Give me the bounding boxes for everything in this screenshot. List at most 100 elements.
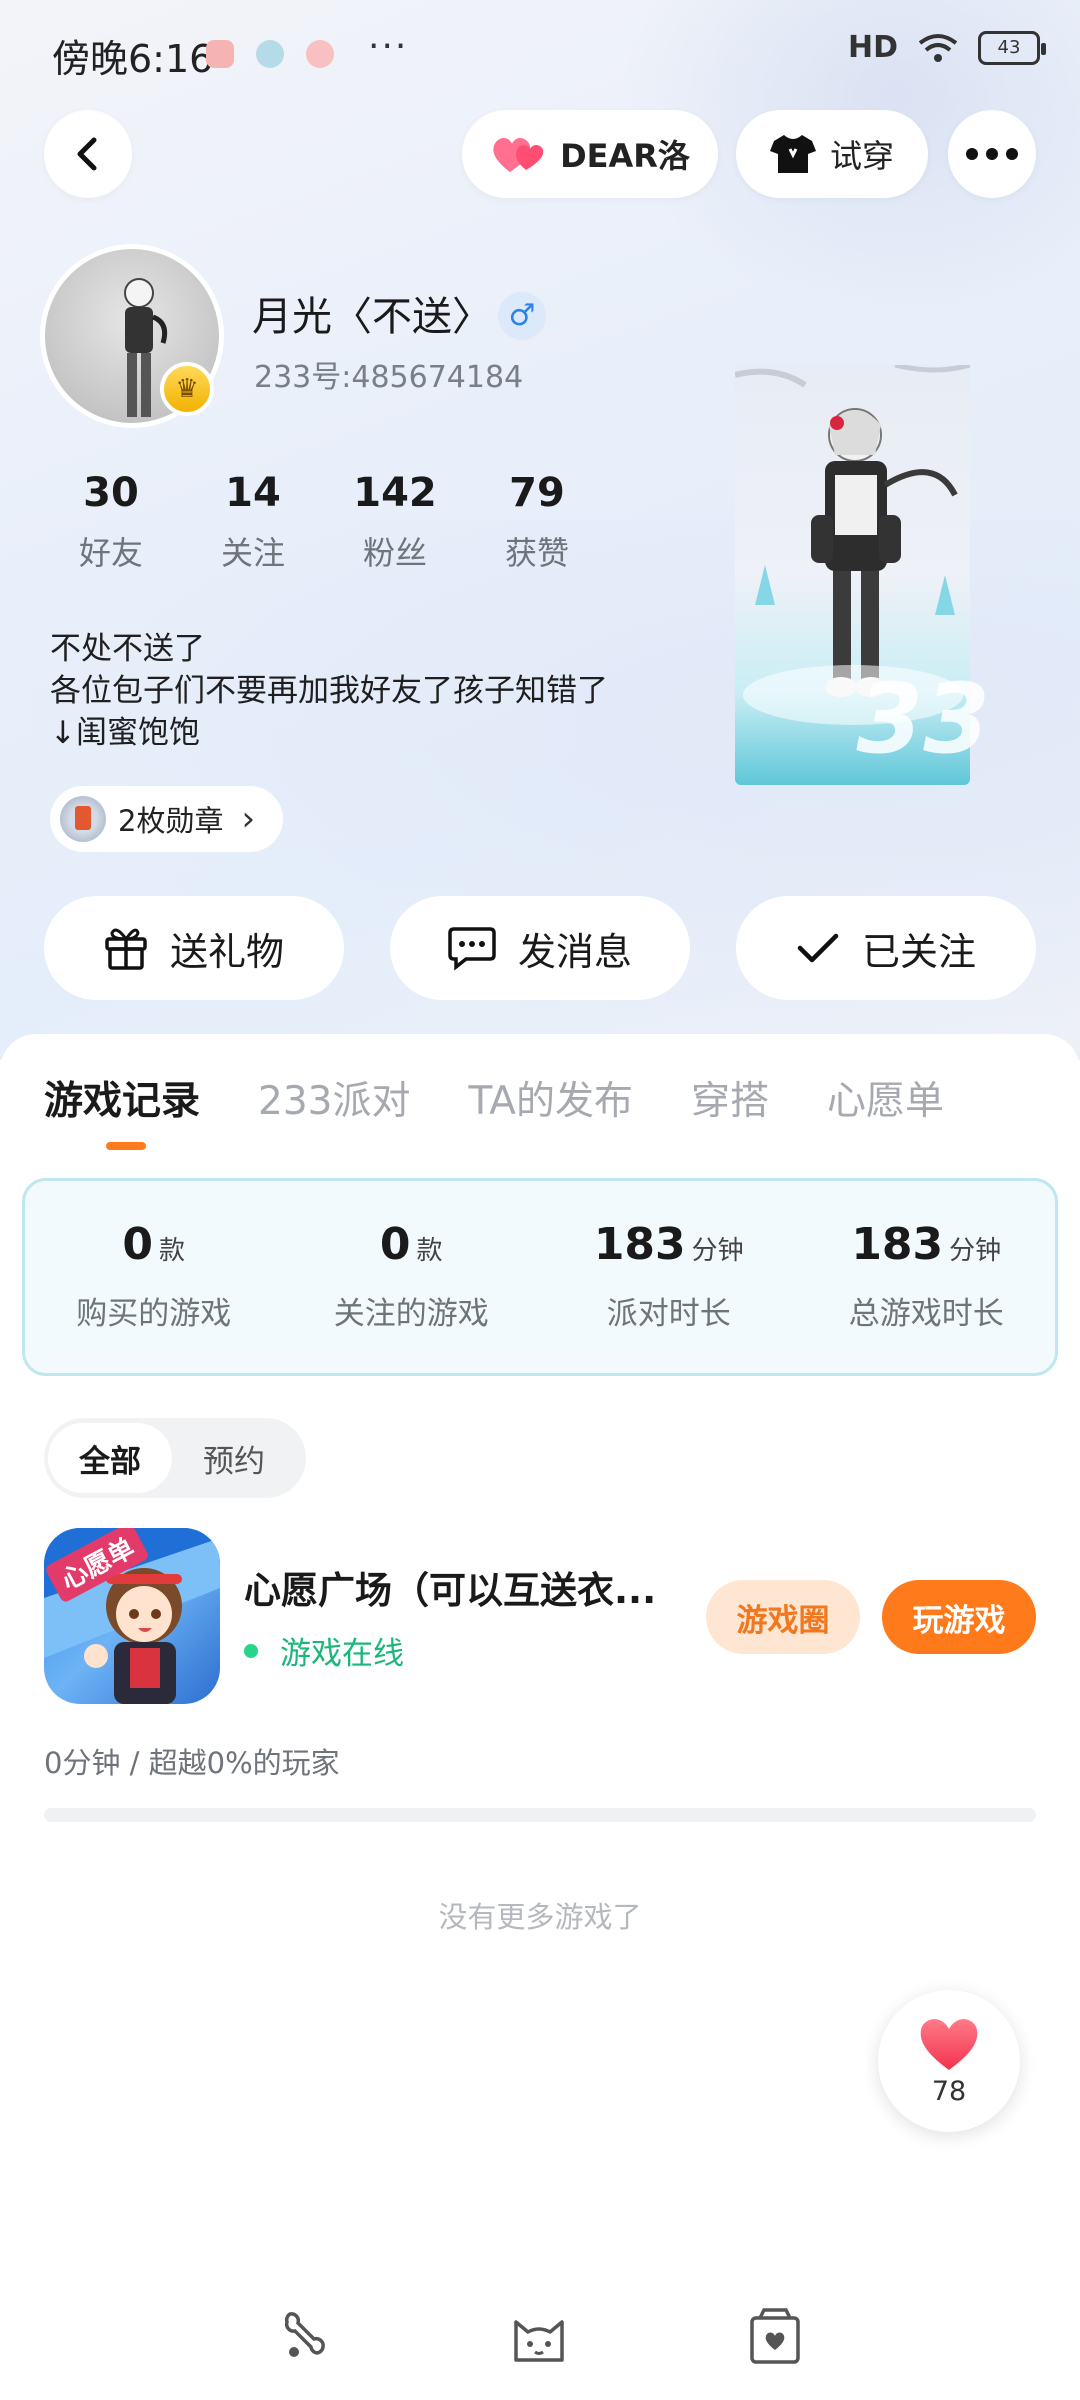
double-heart-icon <box>493 137 544 172</box>
stat-likes[interactable]: 79 获赞 <box>466 470 608 574</box>
level-watermark: 33 <box>856 663 990 775</box>
notification-icon <box>306 40 334 68</box>
stat-purchased-games[interactable]: 0款 购买的游戏 <box>25 1181 283 1373</box>
game-filter: 全部 预约 <box>44 1418 306 1498</box>
no-more-games-text: 没有更多游戏了 <box>438 1900 642 1934</box>
chat-bubble-icon <box>448 927 496 971</box>
game-online-status: 游戏在线 <box>244 1628 404 1673</box>
followed-button[interactable]: 已关注 <box>736 896 1036 1000</box>
stat-friends[interactable]: 30 好友 <box>40 470 182 574</box>
game-stat-unit: 款 <box>159 1236 186 1266</box>
stat-label: 粉丝 <box>362 534 427 572</box>
stat-fans[interactable]: 142 粉丝 <box>324 470 466 574</box>
game-stat-value: 0 <box>379 1219 411 1270</box>
user-id: 233号:485674184 <box>254 360 524 395</box>
play-game-button[interactable]: 玩游戏 <box>882 1580 1036 1654</box>
chevron-left-icon <box>77 137 97 171</box>
stat-total-game-time[interactable]: 183 分钟 总游戏时长 <box>798 1181 1056 1373</box>
send-message-label: 发消息 <box>517 929 632 974</box>
back-button[interactable] <box>44 110 132 198</box>
stat-label: 获赞 <box>504 534 569 572</box>
tab-game-records[interactable]: 游戏记录 <box>44 1070 200 1126</box>
like-count: 78 <box>931 2075 967 2107</box>
more-dots-icon <box>966 148 1018 160</box>
game-stat-label: 购买的游戏 <box>76 1296 232 1332</box>
stat-followed-games[interactable]: 0款 关注的游戏 <box>283 1181 541 1373</box>
bottom-nav <box>0 2280 1080 2400</box>
chevron-right-icon: › <box>241 799 256 839</box>
tab-wishlist[interactable]: 心愿单 <box>827 1070 944 1126</box>
bag-heart-icon[interactable] <box>744 2306 806 2368</box>
game-stat-value: 183 <box>851 1219 944 1270</box>
medals-label: 2枚勋章 <box>118 804 224 838</box>
cat-face-icon[interactable] <box>508 2306 570 2368</box>
notification-icon <box>256 40 284 68</box>
check-icon <box>797 933 839 963</box>
stat-label: 关注 <box>220 534 285 572</box>
stat-value: 142 <box>353 470 437 516</box>
dear-label: DEAR洛 <box>560 137 690 175</box>
filter-reserved[interactable]: 预约 <box>172 1423 296 1493</box>
game-stat-unit: 分钟 <box>949 1236 1002 1266</box>
medal-icon <box>60 796 106 842</box>
active-tab-indicator <box>106 1142 146 1150</box>
game-stat-value: 183 <box>593 1219 686 1270</box>
game-stat-label: 派对时长 <box>606 1296 731 1332</box>
profile-tabs: 游戏记录 233派对 TA的发布 穿搭 心愿单 <box>44 1070 944 1126</box>
tab-posts[interactable]: TA的发布 <box>468 1070 632 1126</box>
status-time: 傍晚6:16 <box>52 37 214 81</box>
stat-following[interactable]: 14 关注 <box>182 470 324 574</box>
game-icon[interactable]: 心愿单 <box>44 1528 220 1704</box>
try-on-label: 试穿 <box>829 137 894 175</box>
game-title[interactable]: 心愿广场（可以互送衣... <box>244 1560 684 1614</box>
game-stats-card: 0款 购买的游戏 0款 关注的游戏 183 分钟 派对时长 183 分钟 总游戏时长 <box>22 1178 1058 1376</box>
character-showcase[interactable]: 33 <box>735 365 990 785</box>
status-indicators: HD 43 <box>847 30 1046 65</box>
tshirt-icon <box>769 135 816 173</box>
crown-icon: ♛ <box>160 362 214 416</box>
avatar-character-image <box>124 278 168 417</box>
stat-value: 79 <box>509 470 565 516</box>
wifi-icon <box>918 33 958 62</box>
stat-party-time[interactable]: 183 分钟 派对时长 <box>540 1181 798 1373</box>
stat-value: 14 <box>225 470 281 516</box>
medals-button[interactable]: 2枚勋章 › <box>50 786 284 852</box>
notification-icon <box>206 40 234 68</box>
heart-icon <box>920 2018 978 2070</box>
profile-stats: 30 好友 14 关注 142 粉丝 79 获赞 <box>40 470 608 574</box>
male-gender-icon: ♂ <box>498 292 546 340</box>
signal-icon: HD <box>847 30 898 65</box>
online-dot-icon <box>244 1643 258 1658</box>
game-stat-label: 关注的游戏 <box>333 1296 489 1332</box>
bio-line: 各位包子们不要再加我好友了孩子知错了 <box>50 673 608 709</box>
stat-label: 好友 <box>78 534 143 572</box>
playtime-summary: 0分钟 / 超越0%的玩家 <box>44 1746 340 1780</box>
game-stat-unit: 款 <box>416 1236 443 1266</box>
game-stat-unit: 分钟 <box>691 1236 744 1266</box>
like-button[interactable]: 78 <box>878 1990 1020 2132</box>
game-status-label: 游戏在线 <box>280 1636 404 1672</box>
content-panel: 游戏记录 233派对 TA的发布 穿搭 心愿单 0款 购买的游戏 0款 关注的游… <box>0 1034 1080 2400</box>
status-bar: 傍晚6:16 ··· HD 43 <box>0 0 1080 105</box>
send-gift-button[interactable]: 送礼物 <box>44 896 344 1000</box>
try-on-button[interactable]: 试穿 <box>736 110 928 198</box>
game-stat-label: 总游戏时长 <box>848 1296 1004 1332</box>
dear-partner-button[interactable]: DEAR洛 <box>462 110 718 198</box>
profile-bio: 不处不送了 各位包子们不要再加我好友了孩子知错了 ↓闺蜜饱饱 <box>50 628 608 754</box>
game-stat-value: 0 <box>122 1219 154 1270</box>
tab-outfits[interactable]: 穿搭 <box>691 1070 769 1126</box>
battery-icon: 43 <box>978 30 1046 65</box>
more-button[interactable] <box>948 110 1036 198</box>
playtime-progress-bar <box>44 1808 1036 1822</box>
username: 月光〈不送〉 <box>252 294 492 340</box>
more-notifications-icon: ··· <box>368 26 409 67</box>
followed-label: 已关注 <box>861 929 976 974</box>
filter-all[interactable]: 全部 <box>48 1423 172 1493</box>
bio-line: 不处不送了 <box>50 631 205 667</box>
tab-233-party[interactable]: 233派对 <box>258 1070 410 1126</box>
stat-value: 30 <box>83 470 139 516</box>
gift-icon <box>105 928 147 970</box>
bone-icon[interactable] <box>274 2306 336 2368</box>
game-circle-button[interactable]: 游戏圈 <box>706 1580 860 1654</box>
send-message-button[interactable]: 发消息 <box>390 896 690 1000</box>
